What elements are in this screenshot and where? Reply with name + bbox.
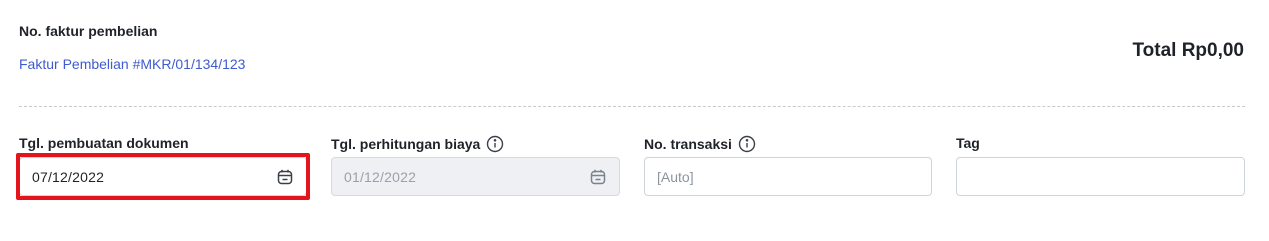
tag-label: Tag: [956, 135, 980, 151]
transaction-no-placeholder: [Auto]: [657, 168, 694, 185]
transaction-no-input[interactable]: [Auto]: [644, 157, 932, 196]
cost-date-input: 01/12/2022: [331, 157, 620, 196]
doc-date-input[interactable]: 07/12/2022: [19, 157, 307, 196]
transaction-no-label-text: No. transaksi: [644, 136, 732, 152]
doc-date-value: 07/12/2022: [32, 168, 105, 185]
total-amount: Total Rp0,00: [1132, 40, 1244, 61]
doc-date-label-text: Tgl. pembuatan dokumen: [19, 135, 189, 151]
calendar-icon: [589, 168, 607, 186]
info-icon[interactable]: [486, 135, 504, 153]
calendar-icon[interactable]: [276, 168, 294, 186]
transaction-no-label: No. transaksi: [644, 135, 756, 153]
tag-input[interactable]: [956, 157, 1245, 196]
tag-label-text: Tag: [956, 135, 980, 151]
doc-date-label: Tgl. pembuatan dokumen: [19, 135, 189, 151]
cost-date-value: 01/12/2022: [344, 168, 417, 185]
info-icon[interactable]: [738, 135, 756, 153]
invoice-number-label: No. faktur pembelian: [19, 23, 158, 39]
dashed-divider: [19, 106, 1245, 107]
invoice-link[interactable]: Faktur Pembelian #MKR/01/134/123: [19, 56, 245, 72]
cost-date-label-text: Tgl. perhitungan biaya: [331, 136, 481, 152]
purchase-invoice-form: No. faktur pembelian Faktur Pembelian #M…: [0, 0, 1269, 241]
cost-date-label: Tgl. perhitungan biaya: [331, 135, 504, 153]
